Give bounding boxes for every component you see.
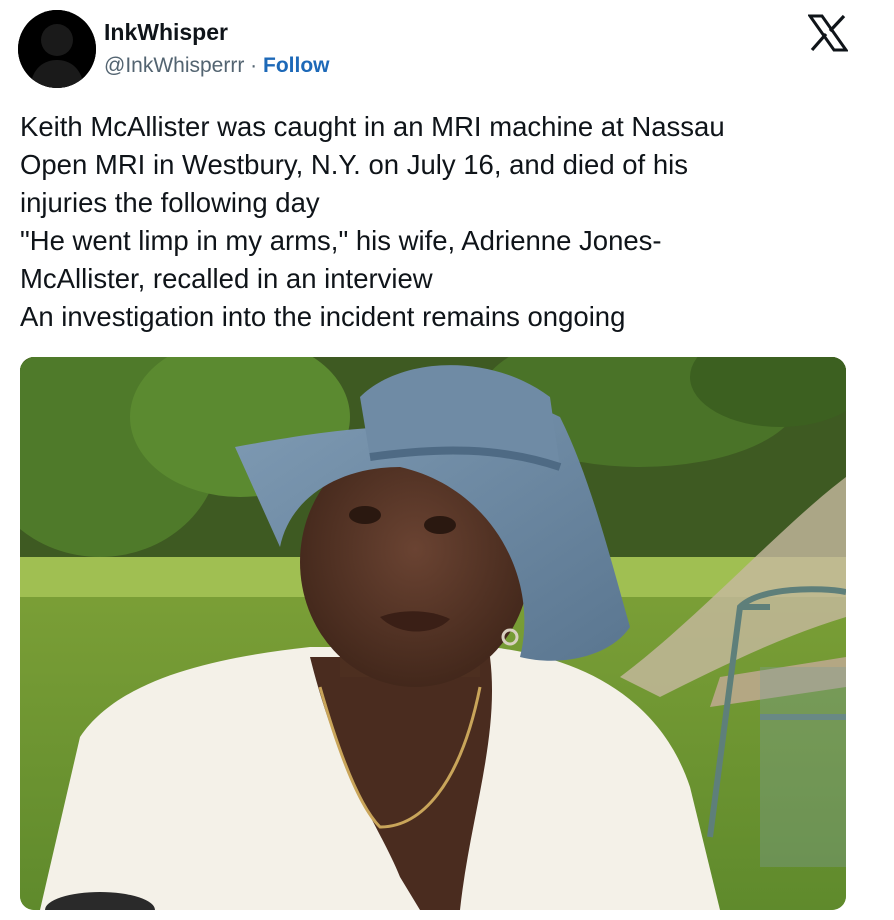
follow-button[interactable]: Follow: [263, 54, 330, 77]
avatar-silhouette-icon: [18, 10, 96, 88]
tweet-text-line: Keith McAllister was caught in an MRI ma…: [20, 111, 725, 142]
user-block: InkWhisper @InkWhisperrr · Follow: [104, 18, 330, 80]
handle-row: @InkWhisperrr · Follow: [104, 52, 330, 80]
tweet-text-line: "He went limp in my arms," his wife, Adr…: [20, 225, 662, 256]
avatar[interactable]: [18, 10, 96, 88]
tweet-media-photo[interactable]: [20, 357, 846, 910]
woman-in-hat-photo: [20, 357, 846, 910]
handle[interactable]: @InkWhisperrr: [104, 54, 244, 77]
x-logo-icon[interactable]: [808, 14, 848, 52]
separator: ·: [244, 54, 264, 77]
tweet-text-line: injuries the following day: [20, 187, 320, 218]
display-name[interactable]: InkWhisper: [104, 18, 330, 46]
tweet-text-line: An investigation into the incident remai…: [20, 301, 626, 332]
tweet-text-line: McAllister, recalled in an interview: [20, 263, 433, 294]
tweet-header: InkWhisper @InkWhisperrr · Follow: [18, 10, 876, 90]
tweet-card: InkWhisper @InkWhisperrr · Follow Keith …: [0, 0, 894, 920]
tweet-text: Keith McAllister was caught in an MRI ma…: [20, 108, 860, 336]
tweet-text-line: Open MRI in Westbury, N.Y. on July 16, a…: [20, 149, 688, 180]
